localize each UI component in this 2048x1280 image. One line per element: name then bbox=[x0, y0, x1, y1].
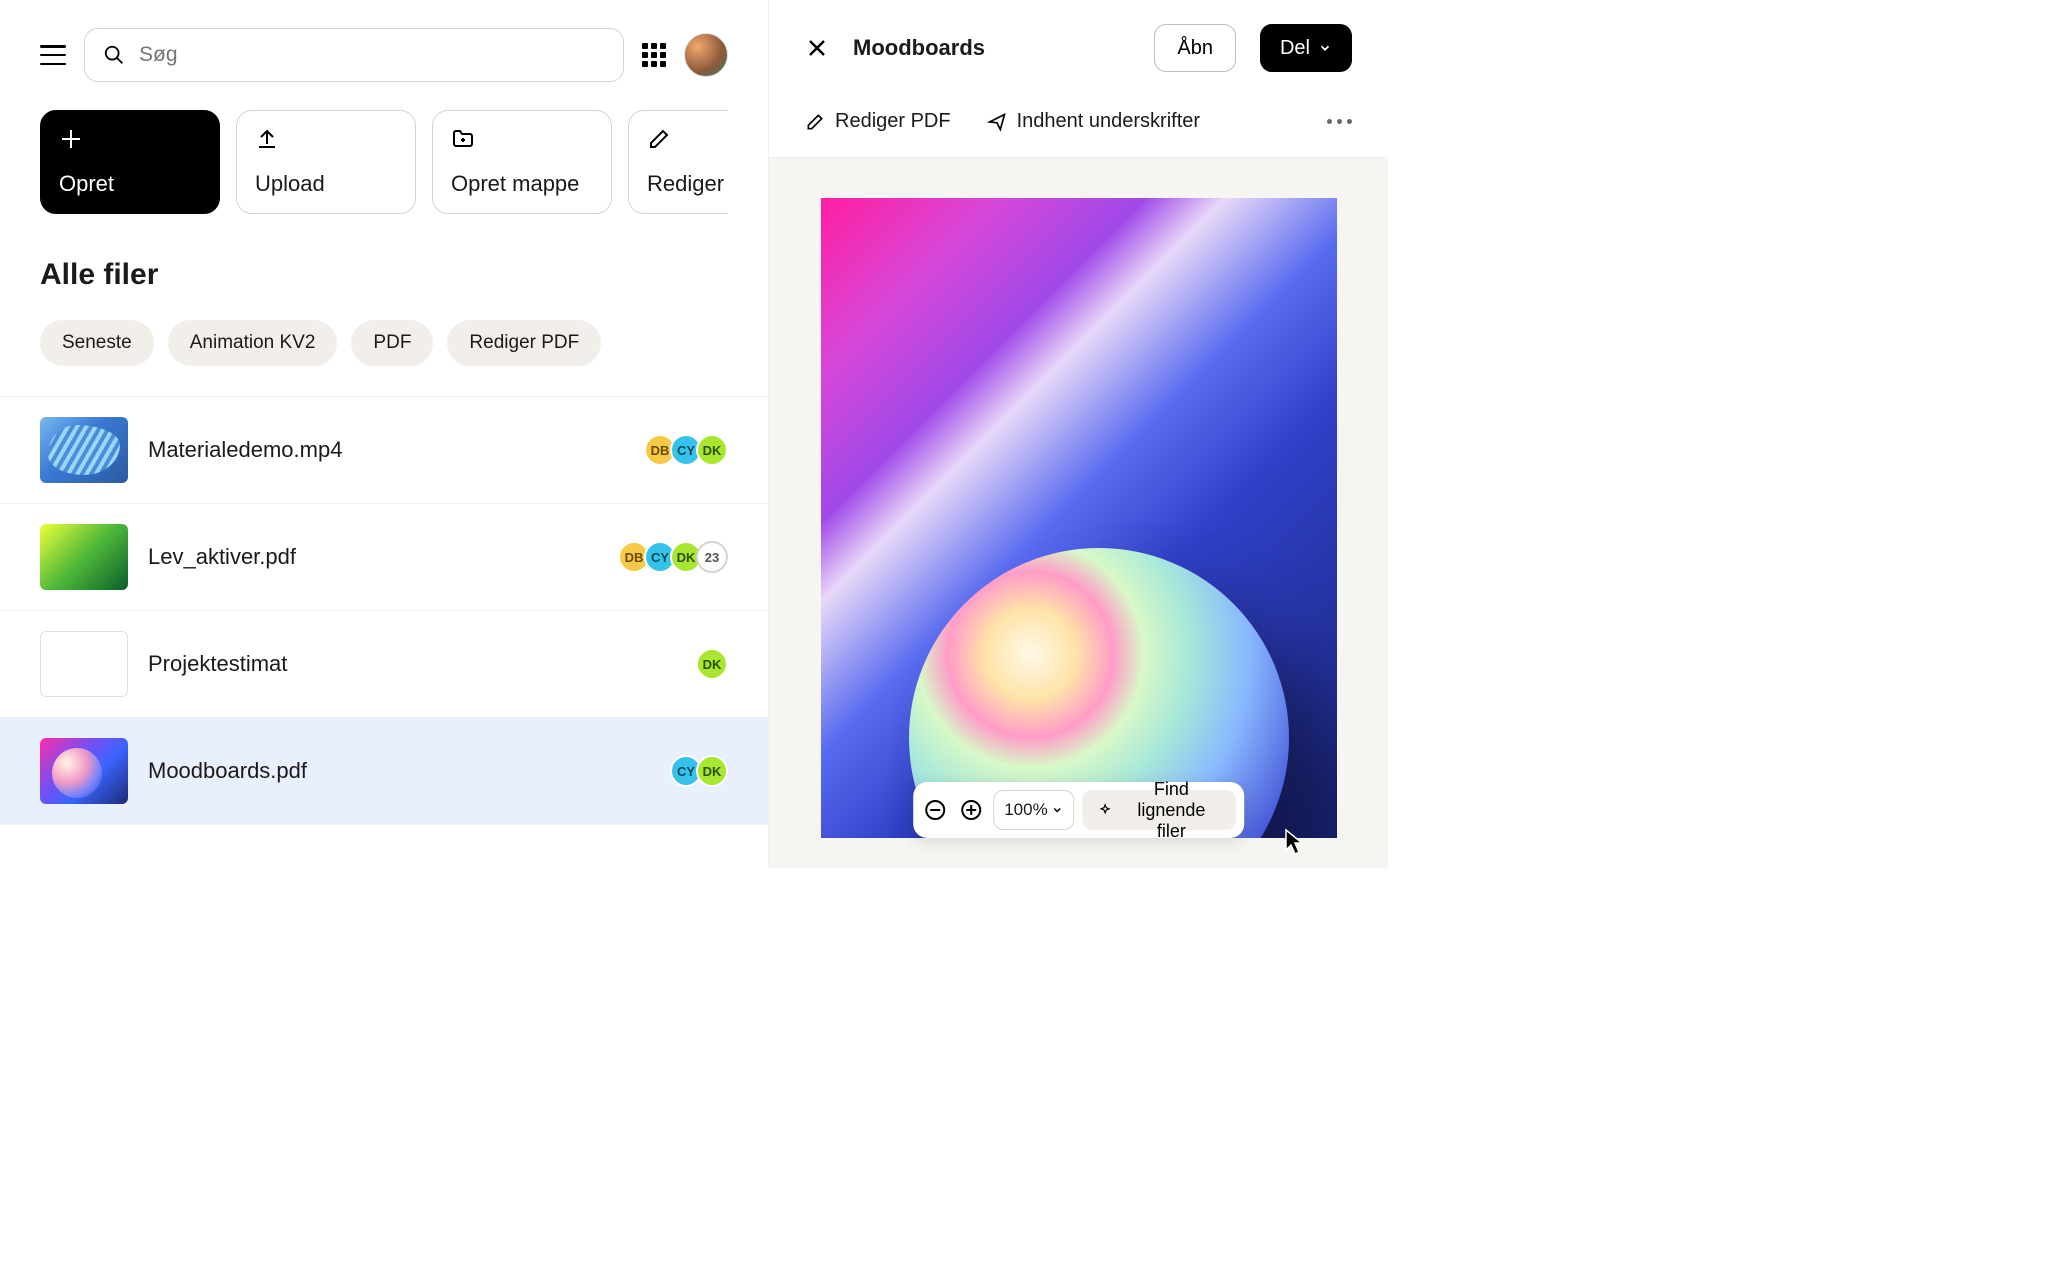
details-panel: Moodboards Åbn Del Rediger PDF Indhent u… bbox=[768, 0, 1388, 868]
file-name: Projektestimat bbox=[148, 651, 676, 677]
file-row[interactable]: Moodboards.pdf CYDK bbox=[0, 718, 768, 825]
upload-icon bbox=[255, 127, 279, 151]
more-icon[interactable] bbox=[1327, 119, 1352, 124]
search-field[interactable] bbox=[84, 28, 624, 82]
quick-actions: Opret Upload Opret mappe Rediger PDF bbox=[40, 110, 728, 214]
file-thumbnail bbox=[40, 417, 128, 483]
signatures-tool[interactable]: Indhent underskrifter bbox=[987, 110, 1200, 133]
zoom-in-icon bbox=[959, 798, 983, 822]
preview-area: 100% Find lignende filer bbox=[769, 158, 1388, 868]
main-panel: Opret Upload Opret mappe Rediger PDF All… bbox=[0, 0, 768, 868]
file-row[interactable]: Projektestimat DK bbox=[0, 611, 768, 718]
tool-label: Rediger PDF bbox=[835, 110, 951, 133]
overflow-count: 23 bbox=[696, 541, 728, 573]
preview-image bbox=[821, 198, 1337, 838]
share-button[interactable]: Del bbox=[1260, 24, 1352, 72]
edit-pdf-tool[interactable]: Rediger PDF bbox=[805, 110, 951, 133]
collaborator-badge: DK bbox=[696, 434, 728, 466]
zoom-out-button[interactable] bbox=[921, 790, 949, 830]
file-row[interactable]: Materialedemo.mp4 DBCYDK bbox=[0, 396, 768, 504]
file-name: Lev_aktiver.pdf bbox=[148, 544, 598, 570]
share-label: Del bbox=[1280, 37, 1310, 60]
tool-label: Indhent underskrifter bbox=[1017, 110, 1200, 133]
search-input[interactable] bbox=[139, 43, 605, 67]
details-toolbar: Rediger PDF Indhent underskrifter bbox=[769, 96, 1388, 158]
collaborator-badges: DBCYDK23 bbox=[618, 541, 728, 573]
action-label: Opret mappe bbox=[451, 171, 593, 197]
chip-animation[interactable]: Animation KV2 bbox=[168, 320, 338, 366]
open-button[interactable]: Åbn bbox=[1154, 24, 1236, 72]
sparkle-icon bbox=[1099, 800, 1113, 820]
collaborator-badge: DK bbox=[696, 755, 728, 787]
file-thumbnail bbox=[40, 631, 128, 697]
close-icon[interactable] bbox=[805, 36, 829, 60]
upload-button[interactable]: Upload bbox=[236, 110, 416, 214]
chip-pdf[interactable]: PDF bbox=[351, 320, 433, 366]
avatar[interactable] bbox=[684, 33, 728, 77]
apps-grid-icon[interactable] bbox=[642, 43, 666, 67]
create-button[interactable]: Opret bbox=[40, 110, 220, 214]
collaborator-badges: CYDK bbox=[670, 755, 728, 787]
section-title: Alle filer bbox=[40, 258, 728, 292]
file-name: Materialedemo.mp4 bbox=[148, 437, 624, 463]
details-header: Moodboards Åbn Del bbox=[769, 0, 1388, 96]
collaborator-badge: DK bbox=[696, 648, 728, 680]
pencil-icon bbox=[647, 127, 671, 151]
chip-edit-pdf[interactable]: Rediger PDF bbox=[447, 320, 601, 366]
top-bar bbox=[40, 28, 728, 82]
pencil-icon bbox=[805, 112, 825, 132]
chevron-down-icon bbox=[1318, 41, 1332, 55]
create-folder-button[interactable]: Opret mappe bbox=[432, 110, 612, 214]
edit-pdf-button[interactable]: Rediger PDF bbox=[628, 110, 728, 214]
file-row[interactable]: Lev_aktiver.pdf DBCYDK23 bbox=[0, 504, 768, 611]
zoom-level-select[interactable]: 100% bbox=[993, 790, 1074, 830]
filter-chips: Seneste Animation KV2 PDF Rediger PDF bbox=[40, 320, 728, 366]
file-list: Materialedemo.mp4 DBCYDK Lev_aktiver.pdf DB… bbox=[0, 396, 768, 825]
folder-plus-icon bbox=[451, 127, 475, 151]
zoom-value: 100% bbox=[1004, 800, 1047, 820]
plus-icon bbox=[59, 127, 83, 151]
find-similar-label: Find lignende filer bbox=[1122, 779, 1220, 842]
file-thumbnail bbox=[40, 524, 128, 590]
details-title: Moodboards bbox=[853, 35, 1130, 61]
find-similar-button[interactable]: Find lignende filer bbox=[1083, 790, 1237, 830]
collaborator-badges: DK bbox=[696, 648, 728, 680]
file-thumbnail bbox=[40, 738, 128, 804]
action-label: Opret bbox=[59, 171, 201, 197]
zoom-in-button[interactable] bbox=[957, 790, 985, 830]
search-icon bbox=[103, 44, 125, 66]
zoom-out-icon bbox=[923, 798, 947, 822]
chevron-down-icon bbox=[1052, 804, 1064, 816]
file-name: Moodboards.pdf bbox=[148, 758, 650, 784]
collaborator-badges: DBCYDK bbox=[644, 434, 728, 466]
chip-recent[interactable]: Seneste bbox=[40, 320, 154, 366]
menu-icon[interactable] bbox=[40, 45, 66, 65]
action-label: Upload bbox=[255, 171, 397, 197]
send-icon bbox=[987, 112, 1007, 132]
zoom-toolbar: 100% Find lignende filer bbox=[913, 782, 1245, 838]
action-label: Rediger PDF bbox=[647, 171, 728, 197]
cursor-icon bbox=[1284, 828, 1306, 856]
